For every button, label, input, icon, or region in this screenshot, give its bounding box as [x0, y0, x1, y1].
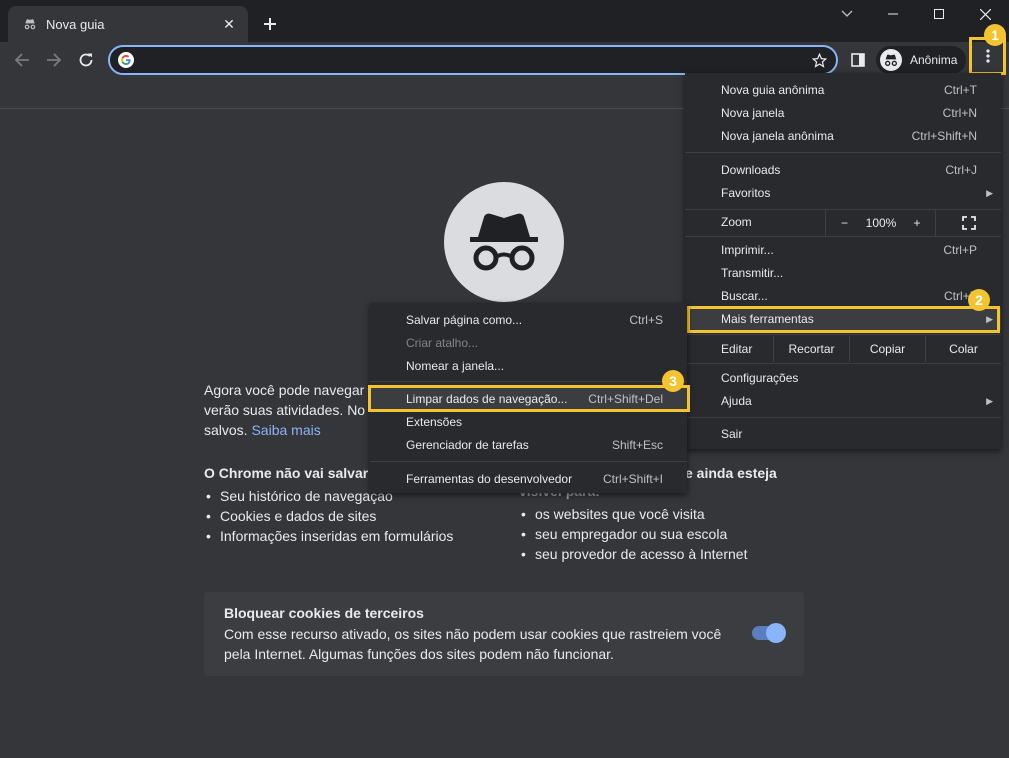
- menu-item-downloads[interactable]: Downloads Ctrl+J: [685, 159, 1001, 181]
- highlight-more-tools: [687, 306, 1000, 333]
- fullscreen-icon: [961, 216, 976, 230]
- new-tab-button[interactable]: [258, 12, 282, 36]
- menu-item-exit[interactable]: Sair: [685, 423, 1001, 445]
- minimize-icon: [888, 13, 898, 15]
- menu-item-help[interactable]: Ajuda ▶: [685, 390, 1001, 412]
- incognito-icon: [22, 16, 38, 32]
- address-input[interactable]: [142, 51, 782, 69]
- zoom-label: Zoom: [721, 215, 752, 229]
- zoom-in-button[interactable]: +: [899, 210, 935, 236]
- menu-item-new-window[interactable]: Nova janela Ctrl+N: [685, 102, 1001, 124]
- menu-item-save-page[interactable]: Salvar página como... Ctrl+S: [370, 309, 687, 331]
- incognito-hero-icon: [444, 182, 564, 302]
- menu-divider: [370, 381, 687, 382]
- chrome-main-menu: Nova guia anônima Ctrl+T Nova janela Ctrl+…: [685, 73, 1001, 449]
- menu-item-cast[interactable]: Transmitir...: [685, 262, 1001, 284]
- chevron-down-icon: [841, 10, 853, 17]
- omnibox[interactable]: [108, 45, 838, 75]
- menu-item-developer-tools[interactable]: Ferramentas do desenvolvedor Ctrl+Shift+I: [370, 468, 687, 490]
- profile-label: Anônima: [910, 53, 958, 67]
- copy-button[interactable]: Copiar: [849, 336, 925, 362]
- cut-button[interactable]: Recortar: [773, 336, 849, 362]
- side-panel-button[interactable]: [847, 49, 869, 71]
- bookmark-star-icon[interactable]: [810, 51, 828, 69]
- cookie-card-description: Com esse recurso ativado, os sites não p…: [224, 626, 722, 662]
- menu-item-find[interactable]: Buscar... Ctrl+F: [685, 285, 1001, 307]
- step-badge-2: 2: [968, 289, 990, 311]
- edit-label: Editar: [721, 342, 753, 356]
- list-item: Cookies e dados de sites: [206, 506, 494, 526]
- plus-icon: [264, 18, 276, 30]
- menu-item-extensions[interactable]: Extensões: [370, 411, 687, 433]
- maximize-button[interactable]: [916, 2, 962, 26]
- menu-divider: [685, 152, 1001, 153]
- back-button[interactable]: [8, 46, 36, 74]
- tab-title: Nova guia: [46, 16, 105, 32]
- arrow-left-icon: [14, 53, 29, 67]
- tab-strip: Nova guia ✕: [0, 0, 1009, 42]
- menu-item-name-window[interactable]: Nomear a janela...: [370, 355, 687, 377]
- intro-line-3: salvos.: [204, 422, 248, 438]
- menu-divider: [685, 417, 1001, 418]
- menu-item-new-incognito-window[interactable]: Nova janela anônima Ctrl+Shift+N: [685, 125, 1001, 147]
- incognito-profile-chip[interactable]: Anônima: [876, 46, 966, 74]
- close-window-button[interactable]: [962, 2, 1008, 26]
- menu-item-create-shortcut: Criar atalho...: [406, 336, 479, 350]
- side-panel-icon: [851, 53, 865, 67]
- tab-search-button[interactable]: [824, 2, 870, 26]
- kebab-menu-icon: [985, 49, 990, 63]
- cookie-card-title: Bloquear cookies de terceiros: [224, 605, 424, 621]
- submenu-arrow-icon: ▶: [986, 395, 993, 406]
- paste-button[interactable]: Colar: [925, 336, 1001, 362]
- fullscreen-button[interactable]: [935, 210, 1001, 236]
- menu-item-new-incognito-tab[interactable]: Nova guia anônima Ctrl+T: [685, 79, 1001, 101]
- learn-more-link[interactable]: Saiba mais: [251, 422, 320, 438]
- edit-row: Editar Recortar Copiar Colar: [685, 336, 1001, 362]
- list-item: os websites que você visita: [521, 504, 809, 524]
- third-party-cookies-card: Bloquear cookies de terceiros Com esse r…: [204, 592, 804, 676]
- close-tab-icon[interactable]: ✕: [220, 15, 238, 33]
- google-icon: [118, 52, 134, 68]
- zoom-out-button[interactable]: −: [825, 210, 863, 236]
- tab-new-tab[interactable]: Nova guia ✕: [8, 6, 248, 42]
- menu-divider: [370, 461, 687, 462]
- arrow-right-icon: [47, 53, 62, 67]
- menu-divider: [685, 363, 1001, 364]
- forward-button[interactable]: [40, 46, 68, 74]
- zoom-level: 100%: [865, 216, 897, 230]
- menu-item-favorites[interactable]: Favoritos ▶: [685, 182, 1001, 204]
- incognito-avatar-icon: [880, 49, 902, 71]
- menu-item-settings[interactable]: Configurações: [685, 367, 1001, 389]
- list-item: seu empregador ou sua escola: [521, 524, 809, 544]
- maximize-icon: [934, 9, 944, 19]
- menu-divider: [685, 334, 1001, 335]
- menu-divider: [685, 236, 1001, 237]
- list-item: seu provedor de acesso à Internet: [521, 544, 809, 564]
- toggle-knob: [766, 623, 786, 643]
- menu-item-task-manager[interactable]: Gerenciador de tarefas Shift+Esc: [370, 434, 687, 456]
- submenu-arrow-icon: ▶: [986, 187, 993, 198]
- close-icon: [979, 8, 991, 20]
- step-badge-1: 1: [984, 24, 1006, 46]
- step-badge-3: 3: [662, 370, 684, 392]
- highlight-clear-browsing-data: [368, 385, 690, 412]
- zoom-row: Zoom − 100% +: [685, 210, 1001, 236]
- reload-icon: [79, 53, 93, 67]
- menu-item-print[interactable]: Imprimir... Ctrl+P: [685, 239, 1001, 261]
- list-item: Informações inseridas em formulários: [206, 526, 494, 546]
- reload-button[interactable]: [72, 46, 100, 74]
- block-cookies-toggle[interactable]: [752, 623, 786, 643]
- minimize-button[interactable]: [870, 2, 916, 26]
